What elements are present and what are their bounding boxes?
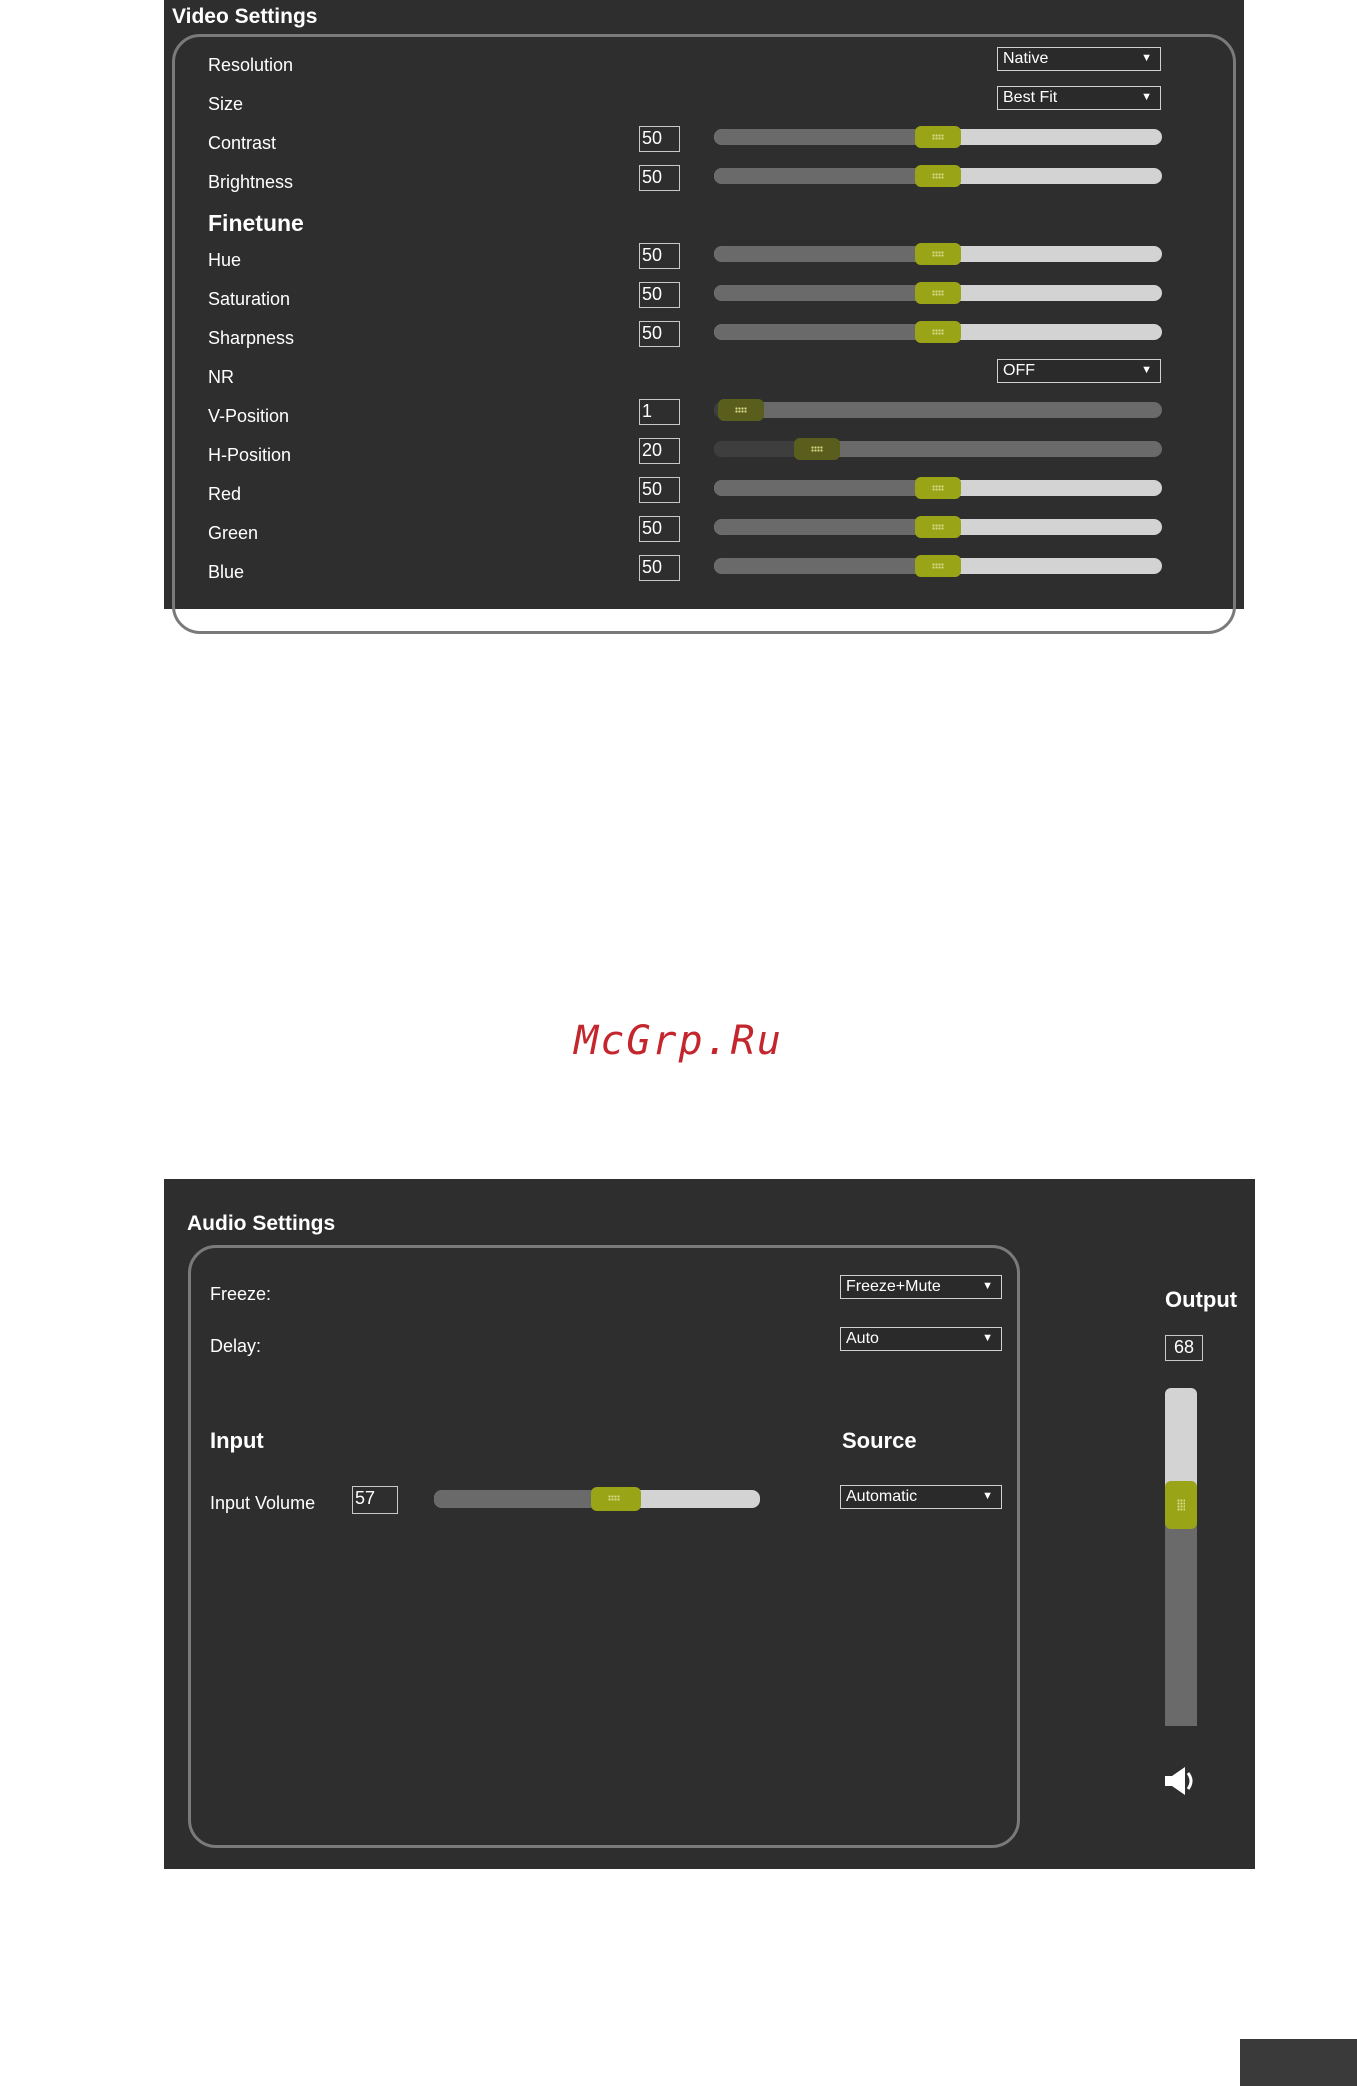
slider-thumb[interactable] [915,555,961,577]
slider-fill [714,129,938,145]
v-position-value-input[interactable]: 1 [639,399,680,425]
slider-thumb[interactable] [915,126,961,148]
video-settings-title: Video Settings [172,5,318,28]
page-corner-tab [1240,2039,1357,2086]
slider-fill [714,324,938,340]
slider-thumb[interactable] [718,399,765,421]
size-select-value: Best Fit [1003,89,1058,106]
source-select[interactable]: Automatic ▼ [840,1485,1002,1509]
delay-label: Delay: [210,1336,262,1356]
saturation-value-input[interactable]: 50 [639,282,680,308]
resolution-select[interactable]: Native ▼ [997,47,1161,71]
audio-settings-title: Audio Settings [187,1212,336,1235]
nr-select-value: OFF [1003,362,1035,379]
input-volume-slider[interactable] [434,1487,760,1511]
chevron-down-icon: ▼ [982,1280,993,1292]
source-select-value: Automatic [846,1488,918,1505]
h-position-value-input[interactable]: 20 [639,438,680,464]
nr-label: NR [208,367,234,387]
slider-thumb[interactable] [915,243,961,265]
red-slider[interactable] [714,477,1162,499]
output-value-input[interactable]: 68 [1165,1335,1203,1361]
brightness-value-input[interactable]: 50 [639,165,680,191]
brightness-slider[interactable] [714,165,1162,187]
hue-value-input[interactable]: 50 [639,243,680,269]
slider-fill [1165,1504,1197,1726]
green-value-input[interactable]: 50 [639,516,680,542]
slider-thumb[interactable] [915,477,961,499]
slider-thumb[interactable] [591,1487,642,1511]
green-slider[interactable] [714,516,1162,538]
slider-thumb[interactable] [915,516,961,538]
speaker-icon-svg [1165,1767,1193,1795]
finetune-heading: Finetune [208,210,304,236]
slider-fill [714,285,938,301]
slider-fill [714,168,938,184]
input-heading: Input [210,1428,264,1453]
chevron-down-icon: ▼ [1141,52,1152,64]
slider-fill [714,519,938,535]
size-label: Size [208,94,244,114]
v-position-label: V-Position [208,406,290,426]
h-position-slider[interactable] [714,438,1162,460]
h-position-label: H-Position [208,445,292,465]
source-heading: Source [842,1428,917,1453]
brightness-label: Brightness [208,172,294,192]
freeze-select[interactable]: Freeze+Mute ▼ [840,1275,1002,1299]
contrast-label: Contrast [208,133,277,153]
slider-thumb[interactable] [915,282,961,304]
resolution-label: Resolution [208,55,294,75]
input-volume-value-input[interactable]: 57 [352,1486,398,1514]
resolution-select-value: Native [1003,50,1049,67]
blue-value-input[interactable]: 50 [639,555,680,581]
red-label: Red [208,484,242,504]
v-position-slider[interactable] [714,399,1162,421]
input-volume-label: Input Volume [210,1493,316,1513]
delay-select-value: Auto [846,1330,879,1347]
slider-thumb[interactable] [915,165,961,187]
sharpness-slider[interactable] [714,321,1162,343]
freeze-label: Freeze: [210,1284,272,1304]
audio-settings-panel: Audio Settings Freeze: Freeze+Mute ▼ Del… [164,1179,1255,1869]
freeze-select-value: Freeze+Mute [846,1278,941,1295]
sharpness-label: Sharpness [208,328,295,348]
slider-fill [714,558,938,574]
slider-fill [434,1490,617,1508]
slider-fill [714,480,938,496]
size-select[interactable]: Best Fit ▼ [997,86,1161,110]
hue-label: Hue [208,250,242,270]
contrast-slider[interactable] [714,126,1162,148]
blue-slider[interactable] [714,555,1162,577]
slider-thumb[interactable] [915,321,961,343]
slider-fill [714,246,938,262]
video-settings-panel: Video Settings Resolution Native ▼ Size … [164,0,1244,634]
chevron-down-icon: ▼ [982,1490,993,1502]
blue-label: Blue [208,562,245,582]
saturation-slider[interactable] [714,282,1162,304]
hue-slider[interactable] [714,243,1162,265]
speaker-icon[interactable] [1163,1764,1197,1798]
chevron-down-icon: ▼ [982,1332,993,1344]
watermark-text: McGrp.Ru [574,1018,783,1064]
output-heading: Output [1165,1287,1238,1312]
chevron-down-icon: ▼ [1141,91,1152,103]
nr-select[interactable]: OFF ▼ [997,359,1161,383]
red-value-input[interactable]: 50 [639,477,680,503]
green-label: Green [208,523,259,543]
chevron-down-icon: ▼ [1141,364,1152,376]
saturation-label: Saturation [208,289,291,309]
sharpness-value-input[interactable]: 50 [639,321,680,347]
contrast-value-input[interactable]: 50 [639,126,680,152]
slider-thumb[interactable] [1165,1480,1197,1529]
output-volume-slider[interactable] [1165,1388,1197,1726]
slider-thumb[interactable] [794,438,841,460]
delay-select[interactable]: Auto ▼ [840,1327,1002,1351]
